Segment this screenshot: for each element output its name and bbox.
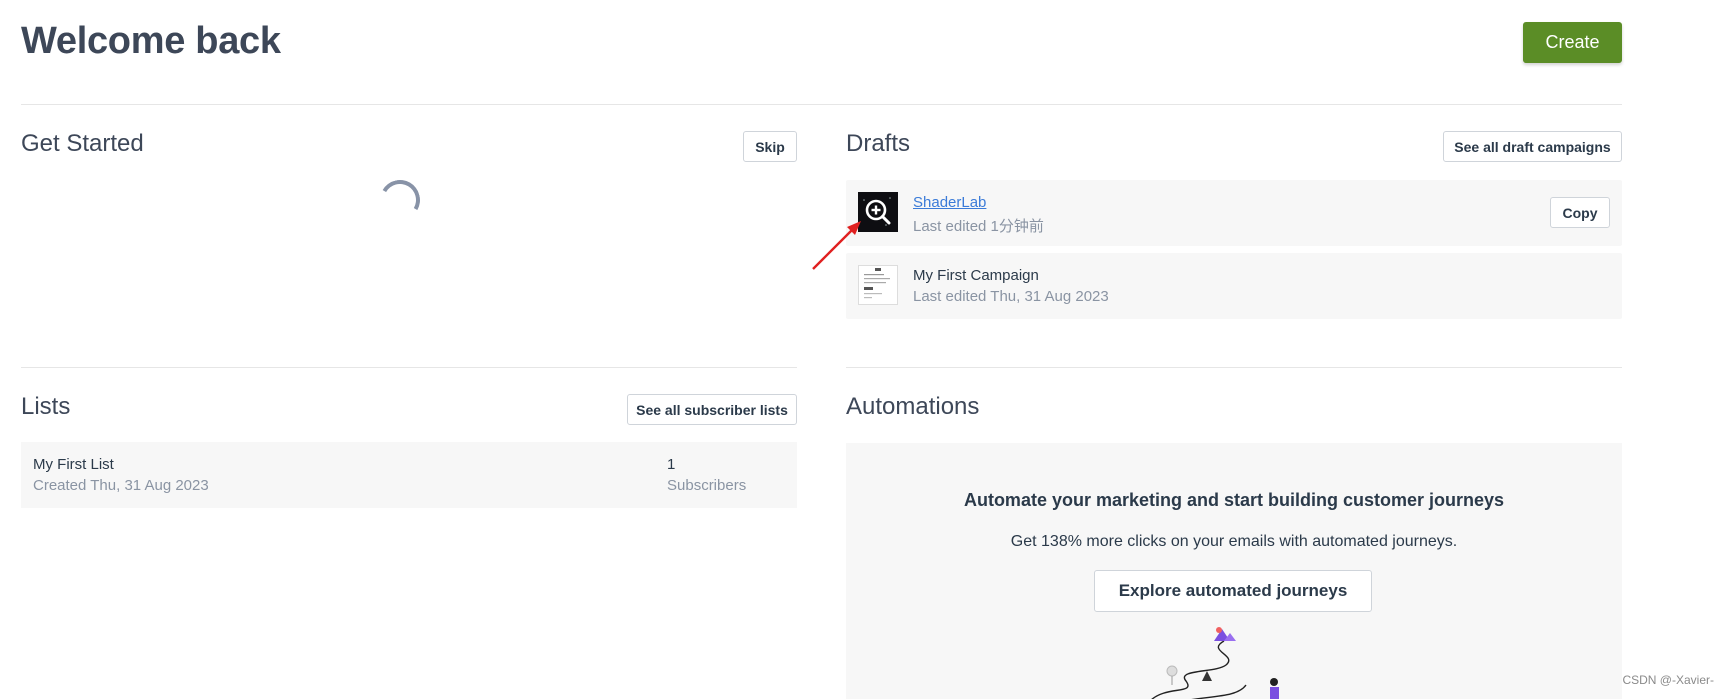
explore-journeys-button[interactable]: Explore automated journeys <box>1094 570 1372 612</box>
automations-title: Automations <box>846 393 980 420</box>
draft-last-edited: Last edited 1分钟前 <box>913 218 1044 235</box>
subscriber-count: 1 <box>667 456 676 473</box>
automations-heading: Automate your marketing and start buildi… <box>963 490 1505 510</box>
drafts-title: Drafts <box>846 130 911 157</box>
draft-last-edited: Last edited Thu, 31 Aug 2023 <box>913 288 1109 305</box>
draft-thumbnail[interactable] <box>858 192 898 232</box>
list-name[interactable]: My First List <box>33 456 114 473</box>
see-all-drafts-button[interactable]: See all draft campaigns <box>1443 131 1622 162</box>
draft-thumbnail[interactable] <box>858 265 898 305</box>
lists-title: Lists <box>21 393 71 420</box>
automations-card: Automate your marketing and start buildi… <box>846 443 1622 699</box>
loading-spinner-icon <box>375 175 425 225</box>
list-created: Created Thu, 31 Aug 2023 <box>33 477 209 494</box>
list-row[interactable]: My First List Created Thu, 31 Aug 2023 1… <box>21 442 797 508</box>
see-all-lists-button[interactable]: See all subscriber lists <box>627 394 797 425</box>
journey-illustration-icon <box>1151 627 1279 699</box>
draft-name-link[interactable]: ShaderLab <box>913 194 986 211</box>
watermark: CSDN @-Xavier- <box>1622 673 1714 687</box>
get-started-title: Get Started <box>21 130 144 157</box>
copy-button[interactable]: Copy <box>1550 197 1610 228</box>
dashboard-page: Welcome back Create Get Started Skip Dra… <box>0 0 1728 699</box>
draft-name[interactable]: My First Campaign <box>913 267 1039 284</box>
draft-row[interactable]: My First Campaign Last edited Thu, 31 Au… <box>846 253 1622 319</box>
draft-row[interactable]: ShaderLab Last edited 1分钟前 Copy <box>846 180 1622 246</box>
automations-description: Get 138% more clicks on your emails with… <box>1010 533 1458 550</box>
subscriber-count-label: Subscribers <box>667 477 747 494</box>
section-divider <box>21 367 797 368</box>
skip-button[interactable]: Skip <box>743 131 797 162</box>
create-button[interactable]: Create <box>1523 22 1622 63</box>
page-header: Welcome back Create <box>21 0 1622 105</box>
page-title: Welcome back <box>21 20 281 62</box>
section-divider <box>846 367 1622 368</box>
email-preview-icon <box>864 268 890 299</box>
zoom-in-icon <box>863 197 891 226</box>
